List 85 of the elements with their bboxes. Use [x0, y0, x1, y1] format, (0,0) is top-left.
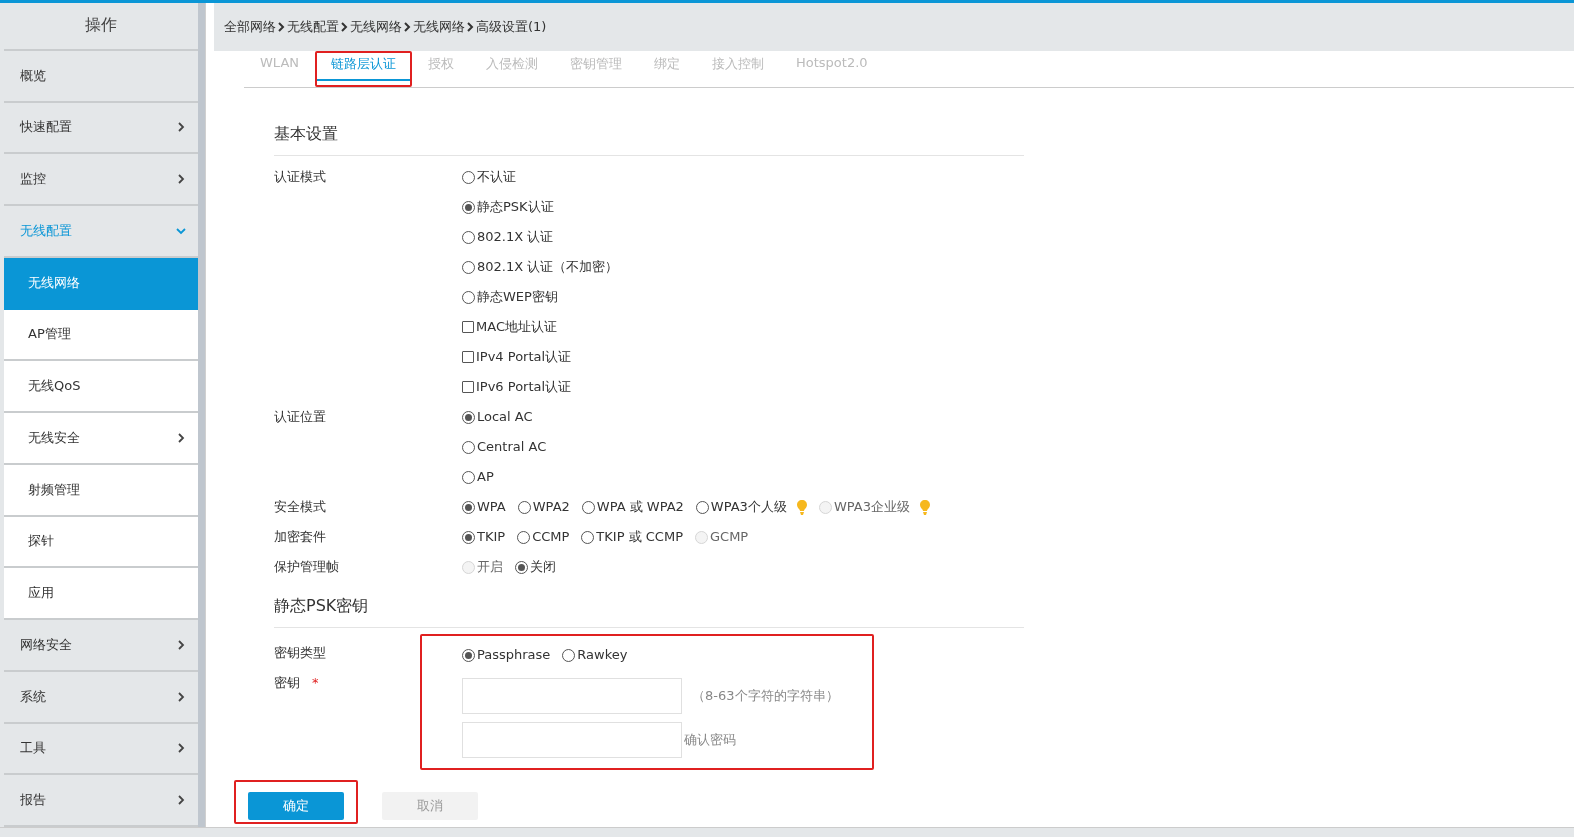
radio-button[interactable]	[581, 530, 595, 544]
field-label: 认证位置	[274, 408, 327, 426]
breadcrumb-item[interactable]: 全部网络	[224, 18, 276, 36]
option-label: Passphrase	[477, 646, 551, 664]
chevron-right-icon	[278, 22, 285, 32]
radio-button[interactable]	[695, 500, 709, 514]
radio-button[interactable]	[462, 230, 475, 244]
field-label: 认证模式	[274, 168, 327, 186]
option-label: TKIP 或 CCMP	[596, 528, 683, 546]
chevron-right-icon	[176, 691, 186, 702]
sidebar-item[interactable]: 应用	[4, 568, 198, 620]
checkbox[interactable]	[462, 381, 474, 393]
option-label: 802.1X 认证（不加密）	[477, 258, 619, 276]
sidebar-item[interactable]: 射频管理	[4, 464, 198, 517]
radio-button[interactable]	[462, 648, 475, 662]
option-label: 不认证	[477, 168, 516, 186]
option-label: IPv4 Portal认证	[476, 348, 572, 366]
required-mark: *	[312, 674, 319, 692]
field-label: 确认密码	[684, 731, 736, 749]
option-label: MAC地址认证	[476, 318, 557, 336]
chevron-right-icon	[404, 22, 411, 32]
option-label: 静态PSK认证	[477, 198, 554, 216]
chevron-right-icon	[176, 432, 186, 443]
radio-button[interactable]	[462, 290, 475, 304]
option-label: IPv6 Portal认证	[476, 378, 572, 396]
option-label: 802.1X 认证	[477, 228, 554, 246]
field-label: 密钥	[274, 674, 300, 692]
option-label: 静态WEP密钥	[477, 288, 558, 306]
sidebar-item[interactable]: AP管理	[4, 309, 198, 362]
option-label: GCMP	[710, 528, 749, 546]
option-label: WPA3个人级	[710, 498, 787, 516]
radio-button[interactable]	[462, 500, 475, 514]
field-label: 加密套件	[274, 528, 327, 546]
sidebar-item[interactable]: 探针	[4, 516, 198, 569]
breadcrumb-item[interactable]: 无线网络	[350, 18, 402, 36]
option-label: WPA	[477, 498, 506, 516]
checkbox[interactable]	[462, 321, 474, 333]
chevron-down-icon	[176, 225, 186, 236]
chevron-right-icon	[176, 795, 186, 806]
option-label: TKIP	[477, 528, 506, 546]
key-field[interactable]	[462, 678, 682, 714]
radio-button[interactable]	[462, 440, 475, 454]
section-heading: 基本设置	[274, 124, 1024, 156]
scrollbar[interactable]	[198, 3, 206, 827]
breadcrumb-item[interactable]: 高级设置(1)	[476, 18, 547, 36]
chevron-right-icon	[176, 174, 186, 185]
option-label: Local AC	[477, 408, 533, 426]
chevron-right-icon	[176, 743, 186, 754]
option-label: CCMP	[532, 528, 570, 546]
option-label: Central AC	[477, 438, 547, 456]
option-label: WPA 或 WPA2	[596, 498, 684, 516]
chevron-right-icon	[176, 122, 186, 133]
option-label: 关闭	[530, 558, 556, 576]
option-label: AP	[477, 468, 494, 486]
field-label: 密钥类型	[274, 644, 327, 662]
radio-button[interactable]	[517, 530, 531, 544]
chevron-right-icon	[341, 22, 348, 32]
chevron-right-icon	[176, 639, 186, 650]
radio-button[interactable]	[462, 200, 475, 214]
option-label: 开启	[477, 558, 503, 576]
sidebar-item[interactable]: 无线安全	[4, 413, 198, 465]
sidebar-item[interactable]: 无线QoS	[4, 361, 198, 413]
section-heading: 静态PSK密钥	[274, 596, 1024, 628]
option-label: WPA2	[532, 498, 570, 516]
radio-button[interactable]	[562, 648, 576, 662]
radio-button[interactable]	[515, 560, 528, 574]
lightbulb-icon	[919, 499, 930, 515]
radio-button[interactable]	[462, 170, 475, 184]
breadcrumb-item[interactable]: 无线网络	[413, 18, 465, 36]
radio-button[interactable]	[581, 500, 595, 514]
field-label: 保护管理帧	[274, 558, 340, 576]
chevron-right-icon	[467, 22, 474, 32]
radio-button[interactable]	[462, 260, 475, 274]
checkbox[interactable]	[462, 351, 474, 363]
radio-button[interactable]	[462, 410, 475, 424]
field-hint: （8-63个字符的字符串）	[692, 687, 839, 705]
confirm-key-field[interactable]	[462, 722, 682, 758]
lightbulb-icon	[796, 499, 807, 515]
radio-button[interactable]	[517, 500, 531, 514]
option-label: Rawkey	[577, 646, 628, 664]
field-label: 安全模式	[274, 498, 327, 516]
radio-button[interactable]	[462, 470, 475, 484]
radio-button[interactable]	[462, 530, 475, 544]
option-label: WPA3企业级	[833, 498, 910, 516]
breadcrumb-item[interactable]: 无线配置	[287, 18, 339, 36]
